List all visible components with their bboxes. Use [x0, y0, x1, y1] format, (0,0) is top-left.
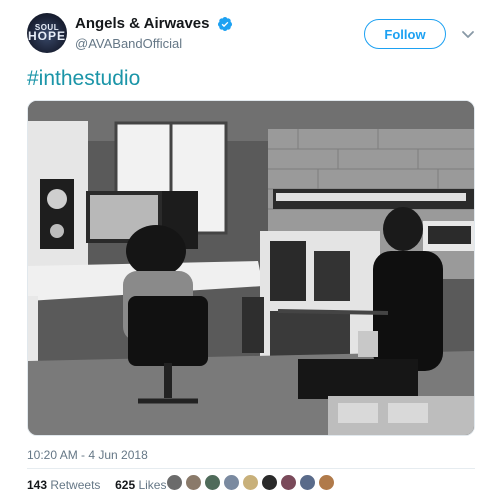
liker-avatar[interactable] [242, 474, 259, 491]
likes-stat[interactable]: 625 Likes [115, 478, 166, 492]
handle[interactable]: @AVABandOfficial [75, 36, 233, 51]
tweet-stats: 143 Retweets 625 Likes [27, 478, 166, 492]
liker-avatar[interactable] [223, 474, 240, 491]
follow-button[interactable]: Follow [364, 19, 446, 49]
chevron-down-icon[interactable] [459, 25, 477, 43]
tweet-timestamp[interactable]: 10:20 AM - 4 Jun 2018 [27, 448, 148, 462]
liker-avatar[interactable] [166, 474, 183, 491]
liker-avatar[interactable] [204, 474, 221, 491]
likes-label: Likes [138, 478, 167, 492]
liker-avatar[interactable] [299, 474, 316, 491]
liker-avatars [166, 474, 337, 492]
avatar-logo: SOUL HOPE [27, 23, 66, 43]
avatar[interactable]: SOUL HOPE [27, 13, 67, 53]
likes-count: 625 [115, 478, 136, 492]
tweet-header: SOUL HOPE Angels & Airwaves @AVABandOffi… [27, 13, 477, 59]
retweets-stat[interactable]: 143 Retweets [27, 478, 104, 492]
divider [27, 468, 475, 469]
display-name[interactable]: Angels & Airwaves [75, 15, 210, 32]
retweets-label: Retweets [50, 478, 101, 492]
studio-photo-image [28, 101, 474, 435]
verified-badge-icon [217, 16, 232, 31]
liker-avatar[interactable] [261, 474, 278, 491]
tweet-text-hashtag[interactable]: #inthestudio [27, 67, 140, 91]
retweets-count: 143 [27, 478, 48, 492]
liker-avatar[interactable] [318, 474, 335, 491]
tweet-photo[interactable] [27, 100, 475, 436]
author-names[interactable]: Angels & Airwaves @AVABandOfficial [75, 15, 233, 51]
liker-avatar[interactable] [185, 474, 202, 491]
liker-avatar[interactable] [280, 474, 297, 491]
